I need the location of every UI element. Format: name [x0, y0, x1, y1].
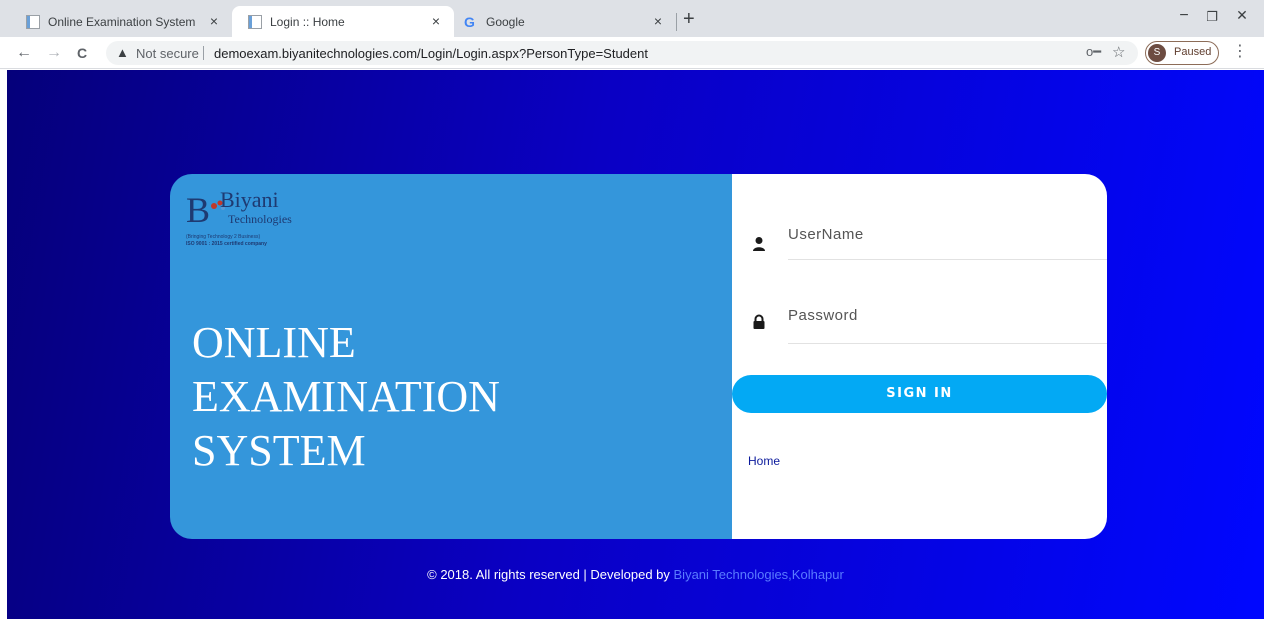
profile-button[interactable]: S Paused [1145, 41, 1219, 65]
minimize-button[interactable]: − [1174, 7, 1194, 25]
logo-mark: B [186, 190, 211, 230]
browser-tab-online-exam[interactable]: Online Examination System × [10, 6, 232, 37]
brand-name: Biyani [220, 187, 279, 212]
profile-status: Paused [1174, 46, 1212, 58]
tab-title: Google [486, 14, 525, 29]
developer-link[interactable]: Biyani Technologies,Kolhapur [674, 567, 844, 582]
login-card: B Biyani Technologies (Bringing Technolo… [170, 174, 1107, 539]
security-label[interactable]: Not secure [136, 46, 199, 61]
sign-in-button[interactable]: SIGN IN [732, 375, 1107, 413]
brand-iso: ISO 9001 : 2015 certified company [186, 241, 267, 247]
form-panel: SIGN IN Home [732, 174, 1107, 539]
password-input[interactable] [788, 288, 1107, 344]
footer-text: © 2018. All rights reserved | Developed … [427, 567, 674, 582]
username-row [732, 210, 1107, 270]
browser-toolbar: ← → C ▲ Not secure demoexam.biyanitechno… [0, 37, 1264, 69]
close-tab-icon[interactable]: × [206, 13, 222, 29]
browser-tab-google[interactable]: G Google × [454, 6, 676, 37]
star-icon[interactable]: ☆ [1112, 43, 1125, 61]
page-favicon-icon [26, 14, 40, 29]
branding-panel: B Biyani Technologies (Bringing Technolo… [170, 174, 732, 539]
system-title: ONLINE EXAMINATION SYSTEM [192, 316, 500, 478]
home-link[interactable]: Home [748, 454, 780, 468]
address-bar[interactable]: ▲ Not secure demoexam.biyanitechnologies… [106, 41, 1138, 65]
forward-arrow-icon[interactable]: → [44, 43, 64, 63]
google-favicon-icon: G [464, 13, 475, 30]
tab-title: Login :: Home [270, 14, 345, 29]
user-icon [753, 237, 765, 251]
back-arrow-icon[interactable]: ← [14, 43, 34, 63]
title-line: SYSTEM [192, 426, 366, 475]
key-icon[interactable]: o━ [1086, 44, 1101, 60]
browser-tab-login-home[interactable]: Login :: Home × [232, 6, 454, 37]
kebab-menu-icon[interactable]: ⋮ [1232, 43, 1248, 61]
tab-separator [676, 13, 677, 31]
reload-icon[interactable]: C [72, 43, 92, 63]
restore-button[interactable]: ❐ [1202, 9, 1222, 25]
close-tab-icon[interactable]: × [650, 13, 666, 29]
new-tab-button[interactable]: + [683, 9, 695, 29]
brand-tagline: (Bringing Technology 2 Business) [186, 234, 261, 240]
brand-sub: Technologies [228, 212, 292, 226]
warning-icon[interactable]: ▲ [116, 45, 129, 60]
lock-icon [753, 314, 765, 329]
title-line: ONLINE [192, 318, 356, 367]
close-tab-icon[interactable]: × [428, 13, 444, 29]
biyani-logo: B Biyani Technologies (Bringing Technolo… [184, 188, 344, 258]
avatar: S [1148, 44, 1166, 62]
tab-title: Online Examination System [48, 14, 196, 29]
login-page: B Biyani Technologies (Bringing Technolo… [7, 70, 1264, 619]
username-input[interactable] [788, 210, 1107, 260]
title-line: EXAMINATION [192, 372, 500, 421]
page-favicon-icon [248, 14, 262, 29]
url-separator [203, 46, 204, 60]
url-text[interactable]: demoexam.biyanitechnologies.com/Login/Lo… [214, 46, 648, 61]
password-row [732, 288, 1107, 348]
browser-tabstrip: Online Examination System × Login :: Hom… [0, 0, 1264, 37]
close-window-button[interactable]: ✕ [1232, 7, 1252, 24]
page-footer: © 2018. All rights reserved | Developed … [7, 567, 1264, 582]
